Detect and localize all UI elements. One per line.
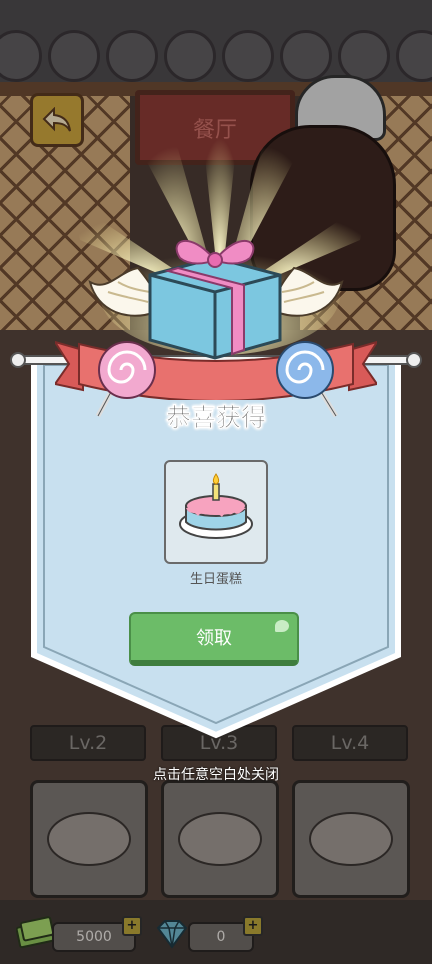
birthday-cake-icon	[179, 473, 253, 539]
close-hint: 点击任意空白处关闭	[153, 767, 279, 783]
reward-title: 恭喜获得	[165, 403, 266, 432]
reward-item-card	[164, 460, 268, 564]
gift-box-icon	[148, 240, 282, 360]
button-shine	[275, 620, 289, 632]
reward-item-name: 生日蛋糕	[189, 572, 242, 587]
claim-button-label: 领取	[196, 628, 232, 649]
claim-button[interactable]: 领取	[129, 612, 299, 666]
